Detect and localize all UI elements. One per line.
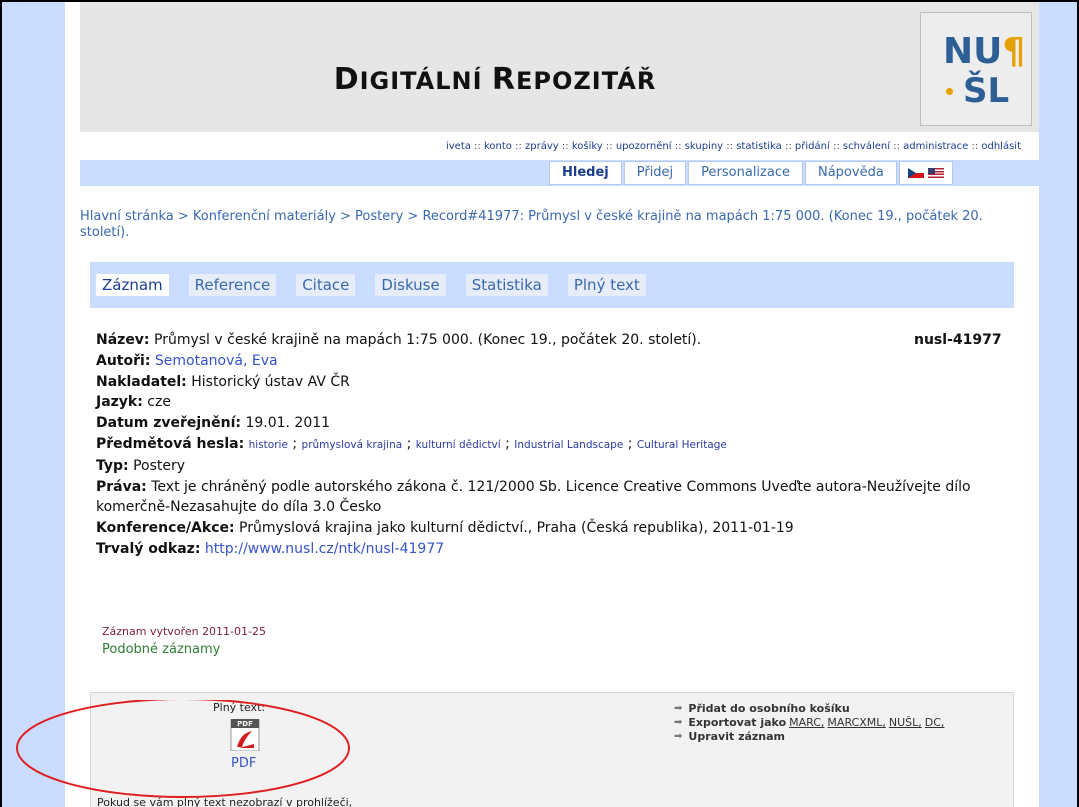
field-publisher: Nakladatel: Historický ústav AV ČR: [96, 373, 350, 390]
export-action: ➡ Exportovat jako MARC, MARCXML, NUŠL, DC,: [674, 716, 945, 730]
subject-link-4[interactable]: Cultural Heritage: [637, 439, 727, 451]
record-tab-0[interactable]: Záznam: [96, 274, 169, 296]
util-nav-3[interactable]: košíky: [572, 141, 603, 152]
field-language: Jazyk: cze: [96, 394, 171, 411]
export-format-1[interactable]: MARCXML,: [827, 716, 885, 730]
record-tab-5[interactable]: Plný text: [567, 274, 646, 296]
logo-text-top: NU¶: [943, 31, 1026, 72]
field-rights: Práva: Text je chráněný podle autorského…: [96, 478, 971, 516]
site-title[interactable]: DIGITÁLNÍ REPOZITÁŘ: [80, 62, 910, 97]
left-margin: [2, 2, 65, 807]
site-header: DIGITÁLNÍ REPOZITÁŘ NU¶ ŠL: [80, 2, 1039, 132]
user-utility-nav: iveta :: konto :: zprávy :: košíky :: up…: [80, 132, 1039, 160]
util-nav-7[interactable]: přidání: [795, 141, 830, 152]
record-tab-1[interactable]: Reference: [188, 274, 277, 296]
arrow-right-icon: ➡: [674, 703, 683, 714]
util-nav-5[interactable]: skupiny: [685, 141, 723, 152]
breadcrumb[interactable]: Hlavní stránka > Konferenční materiály >…: [80, 209, 1020, 241]
nav-separator: ::: [511, 141, 526, 152]
nav-separator: ::: [890, 141, 904, 152]
field-permalink: Trvalý odkaz: http://www.nusl.cz/ntk/nus…: [96, 540, 445, 557]
arrow-right-icon: ➡: [674, 717, 683, 728]
main-tab-0[interactable]: Hledej: [549, 161, 622, 185]
nav-separator: ::: [602, 141, 616, 152]
logo-text-bottom: ŠL: [963, 71, 1010, 111]
nav-separator: ::: [829, 141, 843, 152]
util-nav-10[interactable]: odhlásit: [981, 141, 1021, 152]
record-id: nusl-41977: [914, 332, 1002, 348]
right-margin: [1039, 2, 1077, 807]
subject-link-1[interactable]: průmyslová krajina: [302, 439, 403, 451]
util-nav-8[interactable]: schválení: [843, 141, 890, 152]
field-subjects: Předmětová hesla: historie ; průmyslová …: [96, 435, 727, 452]
nav-separator: ::: [723, 141, 737, 152]
subject-link-3[interactable]: Industrial Landscape: [514, 439, 623, 451]
util-nav-1[interactable]: konto: [484, 141, 512, 152]
main-tabs: Hledej Přidej Personalizace Nápověda: [549, 161, 953, 185]
util-nav-2[interactable]: zprávy: [525, 141, 559, 152]
subject-link-2[interactable]: kulturní dědictví: [416, 439, 501, 451]
nav-separator: ::: [781, 141, 795, 152]
field-date: Datum zveřejnění: 19.01. 2011: [96, 415, 331, 432]
page-content: DIGITÁLNÍ REPOZITÁŘ NU¶ ŠL iveta :: kont…: [65, 2, 1039, 807]
record-tabs: Záznam Reference Citace Diskuse Statistika Pl…: [96, 274, 666, 296]
nav-separator: ::: [671, 141, 685, 152]
field-type: Typ: Postery: [96, 457, 186, 474]
record-tab-box: Záznam Reference Citace Diskuse Statistika Pl…: [90, 262, 1014, 308]
util-nav-6[interactable]: statistika: [736, 141, 782, 152]
main-tab-3[interactable]: Nápověda: [804, 161, 897, 185]
czech-flag-icon[interactable]: [907, 168, 924, 178]
main-tab-2[interactable]: Personalizace: [688, 161, 803, 185]
permalink-link[interactable]: http://www.nusl.cz/ntk/nusl-41977: [205, 541, 444, 557]
annotation-ellipse: [16, 700, 350, 798]
nav-separator: ::: [470, 141, 484, 152]
record-tab-2[interactable]: Citace: [296, 274, 356, 296]
nav-separator: ::: [558, 141, 572, 152]
author-link[interactable]: Semotanová, Eva: [155, 353, 278, 369]
arrow-right-icon: ➡: [674, 731, 683, 742]
main-tab-1[interactable]: Přidej: [623, 161, 687, 185]
record-actions: ➡ Přidat do osobního košíku ➡ Exportovat…: [674, 702, 944, 744]
nav-separator: ::: [968, 141, 982, 152]
edit-record-action[interactable]: ➡ Upravit záznam: [674, 730, 944, 744]
add-to-basket-action[interactable]: ➡ Přidat do osobního košíku: [674, 702, 944, 716]
record-fields: nusl-41977 Název: Průmysl v české krajin…: [96, 330, 1006, 560]
subject-link-0[interactable]: historie: [249, 439, 288, 451]
us-flag-icon[interactable]: [927, 168, 944, 178]
field-title: Název: Průmysl v české krajině na mapách…: [96, 332, 702, 348]
record-created-date: Záznam vytvořen 2011-01-25: [102, 625, 266, 638]
export-format-0[interactable]: MARC,: [789, 716, 824, 730]
record-tab-3[interactable]: Diskuse: [375, 274, 446, 296]
similar-records-link[interactable]: Podobné záznamy: [102, 642, 220, 657]
export-format-2[interactable]: NUŠL,: [889, 716, 922, 730]
record-tab-4[interactable]: Statistika: [465, 274, 548, 296]
logo-dot: [946, 88, 953, 95]
nusl-logo[interactable]: NU¶ ŠL: [920, 12, 1032, 126]
export-format-3[interactable]: DC,: [925, 716, 945, 730]
field-authors: Autoři: Semotanová, Eva: [96, 352, 278, 369]
field-conference: Konference/Akce: Průmyslová krajina jako…: [96, 520, 794, 537]
util-nav-0[interactable]: iveta: [446, 141, 471, 152]
main-tab-bar: Hledej Přidej Personalizace Nápověda: [80, 160, 1039, 186]
language-flags: [898, 161, 953, 185]
util-nav-4[interactable]: upozornění: [616, 141, 672, 152]
util-nav-9[interactable]: administrace: [903, 141, 968, 152]
